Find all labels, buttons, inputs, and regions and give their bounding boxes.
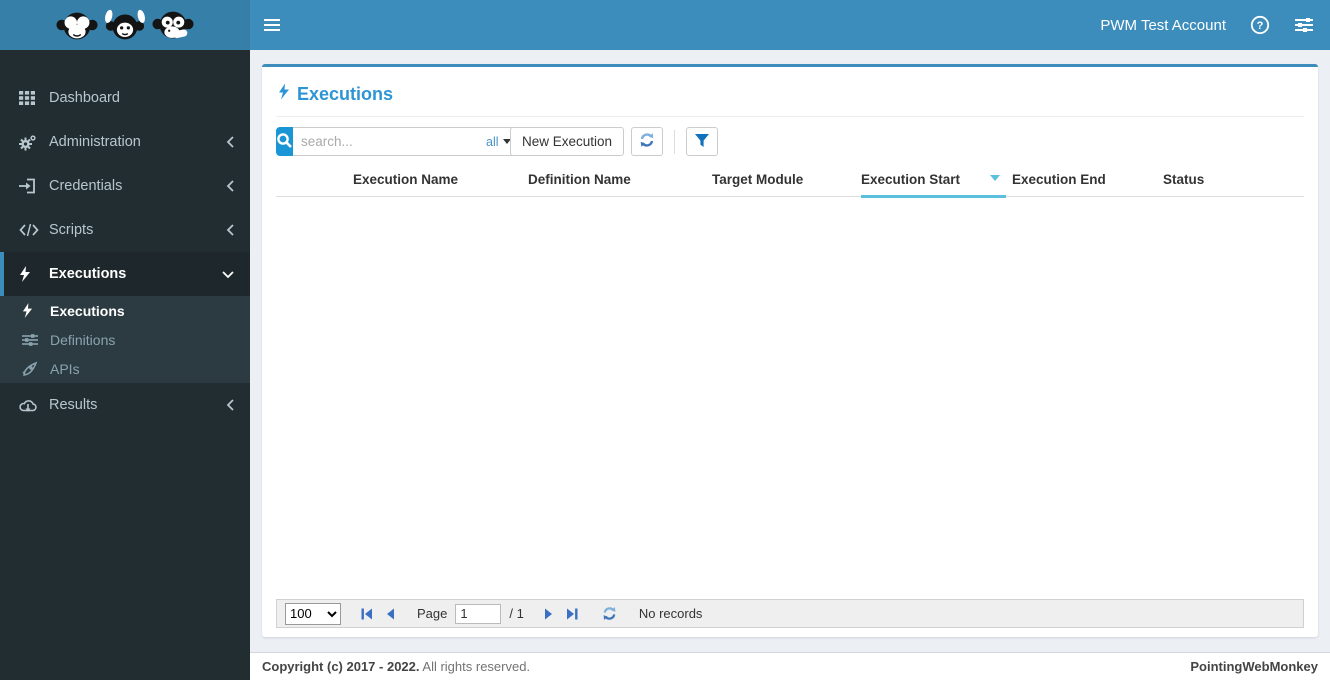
sidebar-subitem-label: APIs bbox=[50, 360, 80, 377]
sidebar-item-results[interactable]: Results bbox=[0, 383, 250, 427]
next-page-icon[interactable] bbox=[540, 607, 558, 621]
sidebar-item-label: Scripts bbox=[49, 222, 94, 238]
sidebar-item-label: Executions bbox=[49, 266, 127, 282]
filter-icon bbox=[694, 133, 710, 151]
copyright-text: Copyright (c) 2017 - 2022. bbox=[262, 659, 420, 674]
chevron-down-icon bbox=[221, 269, 235, 279]
search-scope-value: all bbox=[486, 134, 499, 149]
sidebar-item-label: Dashboard bbox=[49, 90, 120, 106]
bolt-icon bbox=[22, 303, 42, 318]
search-icon bbox=[276, 132, 293, 152]
search-scope-dropdown[interactable]: all bbox=[486, 135, 511, 149]
brand-logo[interactable] bbox=[0, 0, 250, 50]
column-header-definition-name[interactable]: Definition Name bbox=[528, 170, 712, 196]
table-body-empty bbox=[276, 197, 1304, 599]
gears-icon bbox=[19, 134, 41, 151]
sidebar-subitem-label: Executions bbox=[50, 302, 125, 319]
page-size-select[interactable]: 100 bbox=[285, 602, 341, 625]
column-header-target-module[interactable]: Target Module bbox=[712, 170, 861, 196]
page-title: Executions bbox=[297, 83, 394, 104]
sidebar-item-scripts[interactable]: Scripts bbox=[0, 208, 250, 252]
sidebar-subitem-label: Definitions bbox=[50, 331, 116, 348]
navbar: PWM Test Account ? bbox=[250, 0, 1330, 50]
prev-page-icon[interactable] bbox=[381, 607, 399, 621]
app-window: PWM Test Account ? Dashboard Administrat… bbox=[0, 0, 1330, 680]
executions-panel: Executions search... all New Execution E… bbox=[262, 64, 1318, 637]
column-header-execution-name[interactable]: Execution Name bbox=[353, 170, 528, 196]
footer-brand: PointingWebMonkey bbox=[1190, 659, 1318, 674]
grid-icon bbox=[19, 90, 41, 106]
sidebar-subitem-executions[interactable]: Executions bbox=[0, 296, 250, 325]
sidebar-subitem-apis[interactable]: APIs bbox=[0, 354, 250, 383]
rocket-icon bbox=[22, 361, 42, 377]
last-page-icon[interactable] bbox=[562, 607, 582, 621]
column-header-status[interactable]: Status bbox=[1163, 170, 1304, 196]
pager-refresh-icon[interactable] bbox=[598, 605, 621, 622]
toolbar: all New Execution bbox=[276, 127, 1304, 156]
bolt-icon bbox=[19, 266, 41, 282]
sliders-icon bbox=[22, 333, 42, 347]
hamburger-icon[interactable] bbox=[250, 0, 294, 50]
rights-text: All rights reserved. bbox=[422, 659, 531, 674]
records-status: No records bbox=[638, 606, 703, 621]
account-label[interactable]: PWM Test Account bbox=[1100, 17, 1226, 34]
page-total: / 1 bbox=[509, 606, 524, 621]
new-execution-button[interactable]: New Execution bbox=[510, 127, 625, 156]
column-header-execution-end[interactable]: Execution End bbox=[1012, 170, 1163, 196]
sidebar-item-administration[interactable]: Administration bbox=[0, 120, 250, 164]
search-button[interactable] bbox=[276, 127, 293, 156]
chevron-left-icon bbox=[225, 135, 235, 149]
pager-bar: 100 Page / 1 bbox=[276, 599, 1304, 628]
refresh-icon bbox=[638, 131, 656, 152]
sidebar-subitem-definitions[interactable]: Definitions bbox=[0, 325, 250, 354]
filter-button[interactable] bbox=[686, 127, 719, 156]
chevron-left-icon bbox=[225, 398, 235, 412]
search-input[interactable] bbox=[293, 134, 486, 149]
sidebar-item-label: Administration bbox=[49, 134, 141, 150]
sidebar: Dashboard Administration Credentials Scr… bbox=[0, 50, 250, 680]
executions-submenu: Executions Definitions APIs bbox=[0, 296, 250, 383]
first-page-icon[interactable] bbox=[357, 607, 377, 621]
page-number-input[interactable] bbox=[455, 603, 502, 624]
table-header-row: Execution Name Definition Name Target Mo… bbox=[276, 170, 1304, 198]
chevron-left-icon bbox=[225, 223, 235, 237]
svg-text:?: ? bbox=[1257, 20, 1264, 32]
content-area: Executions search... all New Execution E… bbox=[250, 50, 1330, 652]
sort-desc-icon bbox=[990, 175, 1000, 181]
refresh-button[interactable] bbox=[631, 127, 664, 156]
topbar: PWM Test Account ? bbox=[0, 0, 1330, 50]
sidebar-item-credentials[interactable]: Credentials bbox=[0, 164, 250, 208]
speak-no-evil-monkey-icon bbox=[151, 5, 195, 45]
hear-no-evil-monkey-icon bbox=[103, 5, 147, 45]
question-circle-icon[interactable]: ? bbox=[1250, 15, 1270, 35]
sidebar-item-executions[interactable]: Executions bbox=[0, 252, 250, 296]
column-header-blank bbox=[276, 170, 353, 196]
see-no-evil-monkey-icon bbox=[55, 5, 99, 45]
column-header-execution-start[interactable]: Execution Start bbox=[861, 170, 1012, 198]
sign-in-icon bbox=[19, 178, 41, 194]
bolt-icon bbox=[278, 83, 290, 105]
sidebar-item-dashboard[interactable]: Dashboard bbox=[0, 76, 250, 120]
footer: Copyright (c) 2017 - 2022. All rights re… bbox=[250, 652, 1330, 680]
search-group: all bbox=[276, 127, 519, 156]
panel-heading: Executions bbox=[276, 67, 1304, 117]
page-label: Page bbox=[417, 606, 448, 621]
code-icon bbox=[19, 223, 41, 237]
cloud-download-icon bbox=[19, 398, 41, 413]
chevron-left-icon bbox=[225, 179, 235, 193]
sliders-h-icon[interactable] bbox=[1294, 16, 1314, 34]
toolbar-divider bbox=[674, 129, 676, 154]
sidebar-item-label: Results bbox=[49, 397, 98, 413]
sidebar-item-label: Credentials bbox=[49, 178, 123, 194]
